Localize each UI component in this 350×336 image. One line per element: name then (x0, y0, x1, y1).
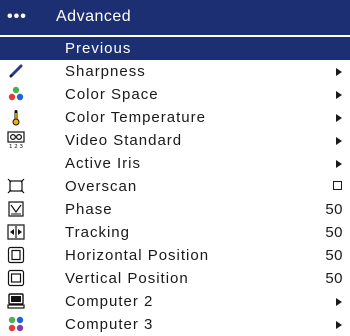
overscan-checkbox[interactable] (333, 181, 342, 190)
menu-item-label: Computer 3 (65, 316, 154, 333)
menu-list: Previous Sharpness Color Space Color Tem… (0, 37, 350, 333)
video-standard-icon: 1 2 3 (7, 131, 25, 149)
chevron-right-icon[interactable] (336, 298, 342, 306)
overscan-icon (7, 177, 25, 195)
vertical-position-icon (7, 269, 25, 287)
menu-item-label: Color Space (65, 86, 159, 103)
chevron-right-icon[interactable] (336, 91, 342, 99)
chevron-right-icon[interactable] (336, 114, 342, 122)
chevron-right-icon[interactable] (336, 137, 342, 145)
menu-item-value: 50 (325, 270, 343, 287)
menu-item-overscan[interactable]: Overscan (0, 175, 350, 198)
menu-item-phase[interactable]: Phase 50 (0, 198, 350, 221)
menu-item-label: Vertical Position (65, 270, 189, 287)
menu-item-value: 50 (325, 201, 343, 218)
menu-item-label: Active Iris (65, 155, 142, 172)
menu-item-label: Computer 2 (65, 293, 154, 310)
menu-item-label: Horizontal Position (65, 247, 210, 264)
menu-item-label: Previous (65, 40, 132, 57)
tracking-icon (7, 223, 25, 241)
menu-item-label: Sharpness (65, 63, 146, 80)
menu-item-previous[interactable]: Previous (0, 37, 350, 60)
pen-icon (7, 62, 25, 80)
menu-item-sharpness[interactable]: Sharpness (0, 60, 350, 83)
computer-3-icon (7, 315, 25, 333)
menu-item-value: 50 (325, 224, 343, 241)
color-space-icon (7, 85, 25, 103)
menu-item-horizontal-position[interactable]: Horizontal Position 50 (0, 244, 350, 267)
chevron-right-icon[interactable] (336, 68, 342, 76)
menu-item-color-space[interactable]: Color Space (0, 83, 350, 106)
menu-item-active-iris[interactable]: Active Iris (0, 152, 350, 175)
menu-dots-icon[interactable]: ••• (7, 8, 27, 26)
menu-title: Advanced (56, 8, 132, 25)
thermometer-icon (7, 108, 25, 126)
computer-icon (7, 292, 25, 310)
chevron-right-icon[interactable] (336, 321, 342, 329)
menu-item-video-standard[interactable]: 1 2 3 Video Standard (0, 129, 350, 152)
chevron-right-icon[interactable] (336, 160, 342, 168)
menu-item-value: 50 (325, 247, 343, 264)
phase-icon (7, 200, 25, 218)
horizontal-position-icon (7, 246, 25, 264)
svg-text:1 2 3: 1 2 3 (9, 144, 23, 149)
menu-header: ••• Advanced (0, 0, 350, 37)
menu-item-label: Tracking (65, 224, 130, 241)
menu-item-label: Phase (65, 201, 113, 218)
menu-item-color-temperature[interactable]: Color Temperature (0, 106, 350, 129)
menu-item-label: Color Temperature (65, 109, 206, 126)
menu-item-label: Overscan (65, 178, 138, 195)
menu-item-vertical-position[interactable]: Vertical Position 50 (0, 267, 350, 290)
menu-item-tracking[interactable]: Tracking 50 (0, 221, 350, 244)
advanced-menu: ••• Advanced Previous Sharpness Color Sp… (0, 0, 350, 333)
menu-item-computer-3[interactable]: Computer 3 (0, 313, 350, 336)
menu-item-label: Video Standard (65, 132, 183, 149)
menu-item-computer-2[interactable]: Computer 2 (0, 290, 350, 313)
